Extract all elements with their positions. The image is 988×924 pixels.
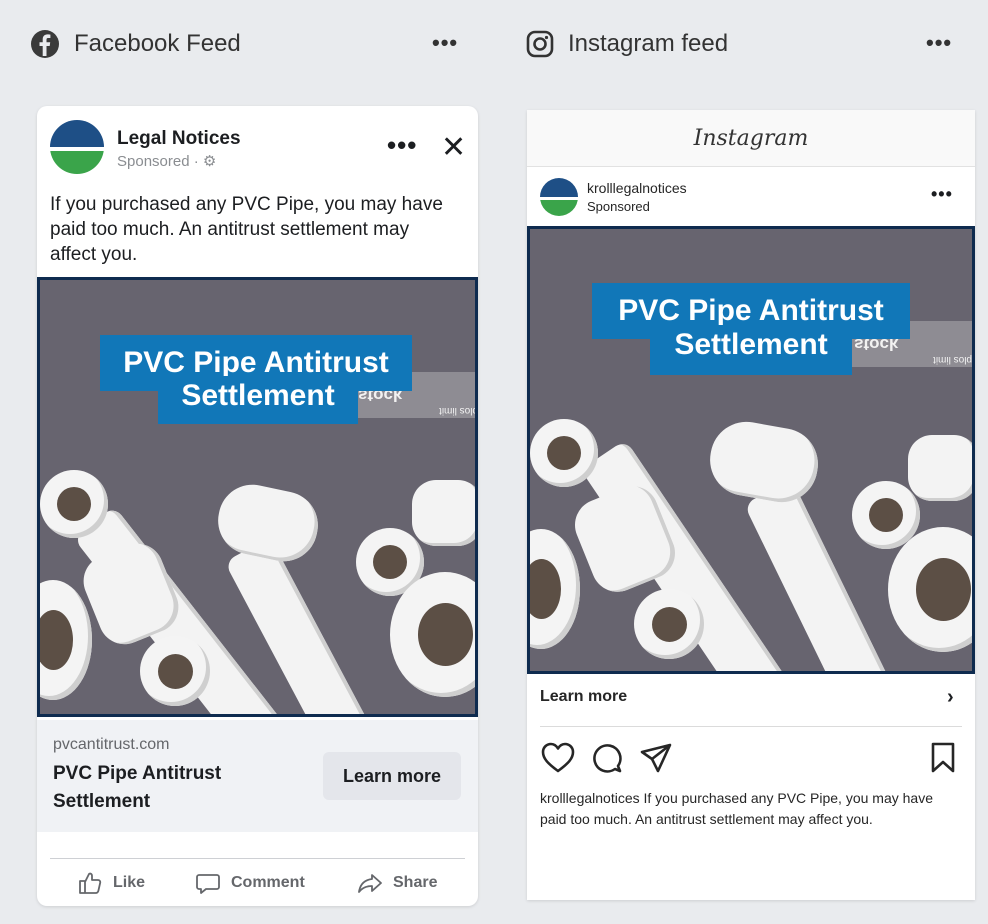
divider bbox=[540, 726, 962, 727]
caption-username[interactable]: krolllegalnotices bbox=[540, 790, 640, 806]
comment-button[interactable]: Comment bbox=[195, 870, 305, 896]
ad-image[interactable]: plos limit stock PVC Pipe Antitrust Sett… bbox=[37, 277, 478, 717]
facebook-feed-header: Facebook Feed bbox=[30, 26, 241, 62]
learn-more-button[interactable]: Learn more bbox=[323, 752, 461, 800]
link-title[interactable]: PVC Pipe Antitrust Settlement bbox=[53, 760, 273, 816]
pipe-ring bbox=[888, 527, 972, 652]
comment-label: Comment bbox=[231, 874, 305, 891]
share-arrow-icon bbox=[358, 874, 382, 893]
like-label: Like bbox=[113, 874, 146, 891]
pipe-ring bbox=[530, 419, 598, 487]
post-body-text: If you purchased any PVC Pipe, you may h… bbox=[50, 194, 443, 265]
share-button[interactable]: Share bbox=[357, 870, 437, 896]
avatar[interactable] bbox=[540, 178, 578, 216]
pipe-elbow bbox=[412, 480, 475, 546]
pipe-ring bbox=[140, 636, 210, 706]
close-icon[interactable]: ✕ bbox=[441, 130, 466, 165]
image-headline-line2: Settlement bbox=[158, 376, 358, 424]
image-headline-line2: Settlement bbox=[650, 325, 852, 375]
thumbs-up-icon bbox=[79, 872, 102, 894]
pipe-elbow bbox=[908, 435, 972, 501]
instagram-wordmark: Instagram bbox=[693, 126, 809, 151]
instagram-ad-card: Instagram krolllegalnotices Sponsored ••… bbox=[527, 110, 975, 900]
bookmark-icon[interactable] bbox=[929, 742, 957, 774]
facebook-feed-title: Facebook Feed bbox=[74, 30, 241, 57]
pipe-elbow bbox=[704, 416, 824, 508]
username[interactable]: krolllegalnotices bbox=[587, 180, 687, 196]
sponsored-label: Sponsored · ⚙ bbox=[117, 153, 217, 170]
avatar[interactable] bbox=[50, 120, 104, 174]
facebook-feed-menu-button[interactable]: ••• bbox=[432, 30, 458, 56]
divider bbox=[50, 858, 465, 859]
chevron-right-icon[interactable]: › bbox=[947, 686, 954, 709]
instagram-feed-title: Instagram feed bbox=[568, 30, 729, 57]
send-icon[interactable] bbox=[639, 742, 673, 774]
pipe-ring bbox=[40, 470, 108, 538]
ig-comment-icon[interactable] bbox=[591, 742, 623, 774]
comment-bubble-icon bbox=[196, 874, 220, 894]
ad-image[interactable]: plos limit stock PVC Pipe Antitrust Sett… bbox=[527, 226, 975, 674]
facebook-ad-card: Legal Notices Sponsored · ⚙ ••• ✕ If you… bbox=[37, 106, 478, 906]
post-more-button[interactable]: ••• bbox=[931, 184, 953, 205]
instagram-logo-icon bbox=[526, 30, 554, 58]
sponsored-label: Sponsored bbox=[587, 199, 650, 214]
post-caption: krolllegalnotices If you purchased any P… bbox=[540, 788, 960, 830]
learn-more-link[interactable]: Learn more bbox=[540, 688, 627, 706]
instagram-feed-header: Instagram feed bbox=[526, 26, 728, 62]
facebook-logo-icon bbox=[31, 30, 59, 58]
page-name[interactable]: Legal Notices bbox=[117, 128, 241, 150]
instagram-feed-menu-button[interactable]: ••• bbox=[926, 30, 952, 56]
post-more-button[interactable]: ••• bbox=[387, 130, 417, 161]
like-button[interactable]: Like bbox=[77, 870, 145, 896]
share-label: Share bbox=[393, 874, 438, 891]
pipe-ring bbox=[40, 580, 92, 700]
pipe-elbow bbox=[211, 478, 325, 568]
link-domain: pvcantitrust.com bbox=[53, 736, 170, 753]
pipe-ring bbox=[530, 529, 580, 649]
heart-icon[interactable] bbox=[541, 742, 575, 774]
pipe-ring bbox=[634, 589, 704, 659]
